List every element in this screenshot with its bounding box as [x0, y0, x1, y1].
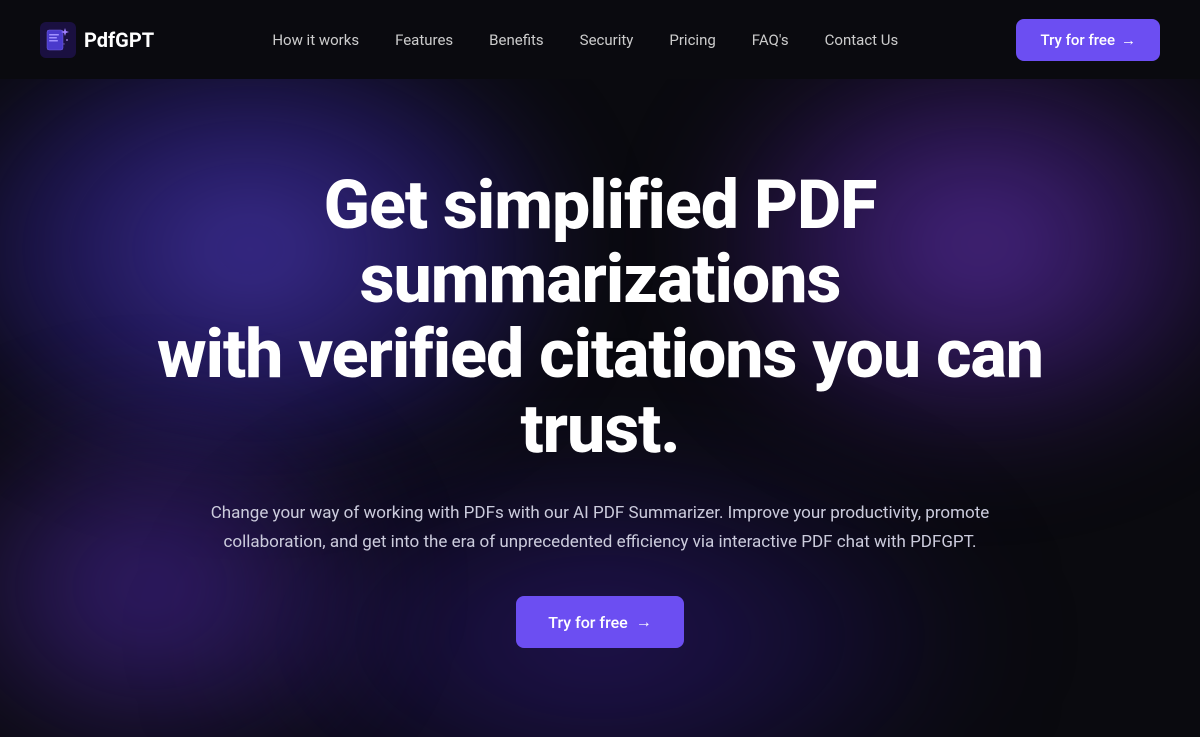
hero-subtitle: Change your way of working with PDFs wit… [210, 499, 990, 557]
hero-section: Get simplified PDF summarizations with v… [0, 79, 1200, 737]
logo-text: PdfGPT [84, 28, 154, 52]
nav-benefits[interactable]: Benefits [489, 31, 544, 49]
nav-cta-arrow: → [1121, 31, 1136, 49]
hero-title: Get simplified PDF summarizations with v… [150, 168, 1050, 467]
nav-contact[interactable]: Contact Us [825, 31, 899, 49]
nav-faqs[interactable]: FAQ's [752, 31, 789, 49]
logo-link[interactable]: PdfGPT [40, 22, 154, 58]
hero-cta-button[interactable]: Try for free → [516, 596, 683, 648]
nav-security[interactable]: Security [580, 31, 634, 49]
nav-features[interactable]: Features [395, 31, 453, 49]
nav-links: How it works Features Benefits Security … [272, 30, 898, 49]
logo-icon [40, 22, 76, 58]
navbar: PdfGPT How it works Features Benefits Se… [0, 0, 1200, 79]
hero-content: Get simplified PDF summarizations with v… [150, 168, 1050, 649]
hero-cta-label: Try for free [548, 613, 627, 632]
nav-cta-label: Try for free [1040, 31, 1115, 49]
hero-title-line2: with verified citations you can trust. [157, 314, 1043, 469]
nav-cta-button[interactable]: Try for free → [1016, 19, 1160, 61]
nav-pricing[interactable]: Pricing [669, 31, 715, 49]
nav-how-it-works[interactable]: How it works [272, 31, 359, 49]
hero-title-line1: Get simplified PDF summarizations [324, 165, 877, 320]
hero-cta-arrow: → [636, 612, 652, 632]
